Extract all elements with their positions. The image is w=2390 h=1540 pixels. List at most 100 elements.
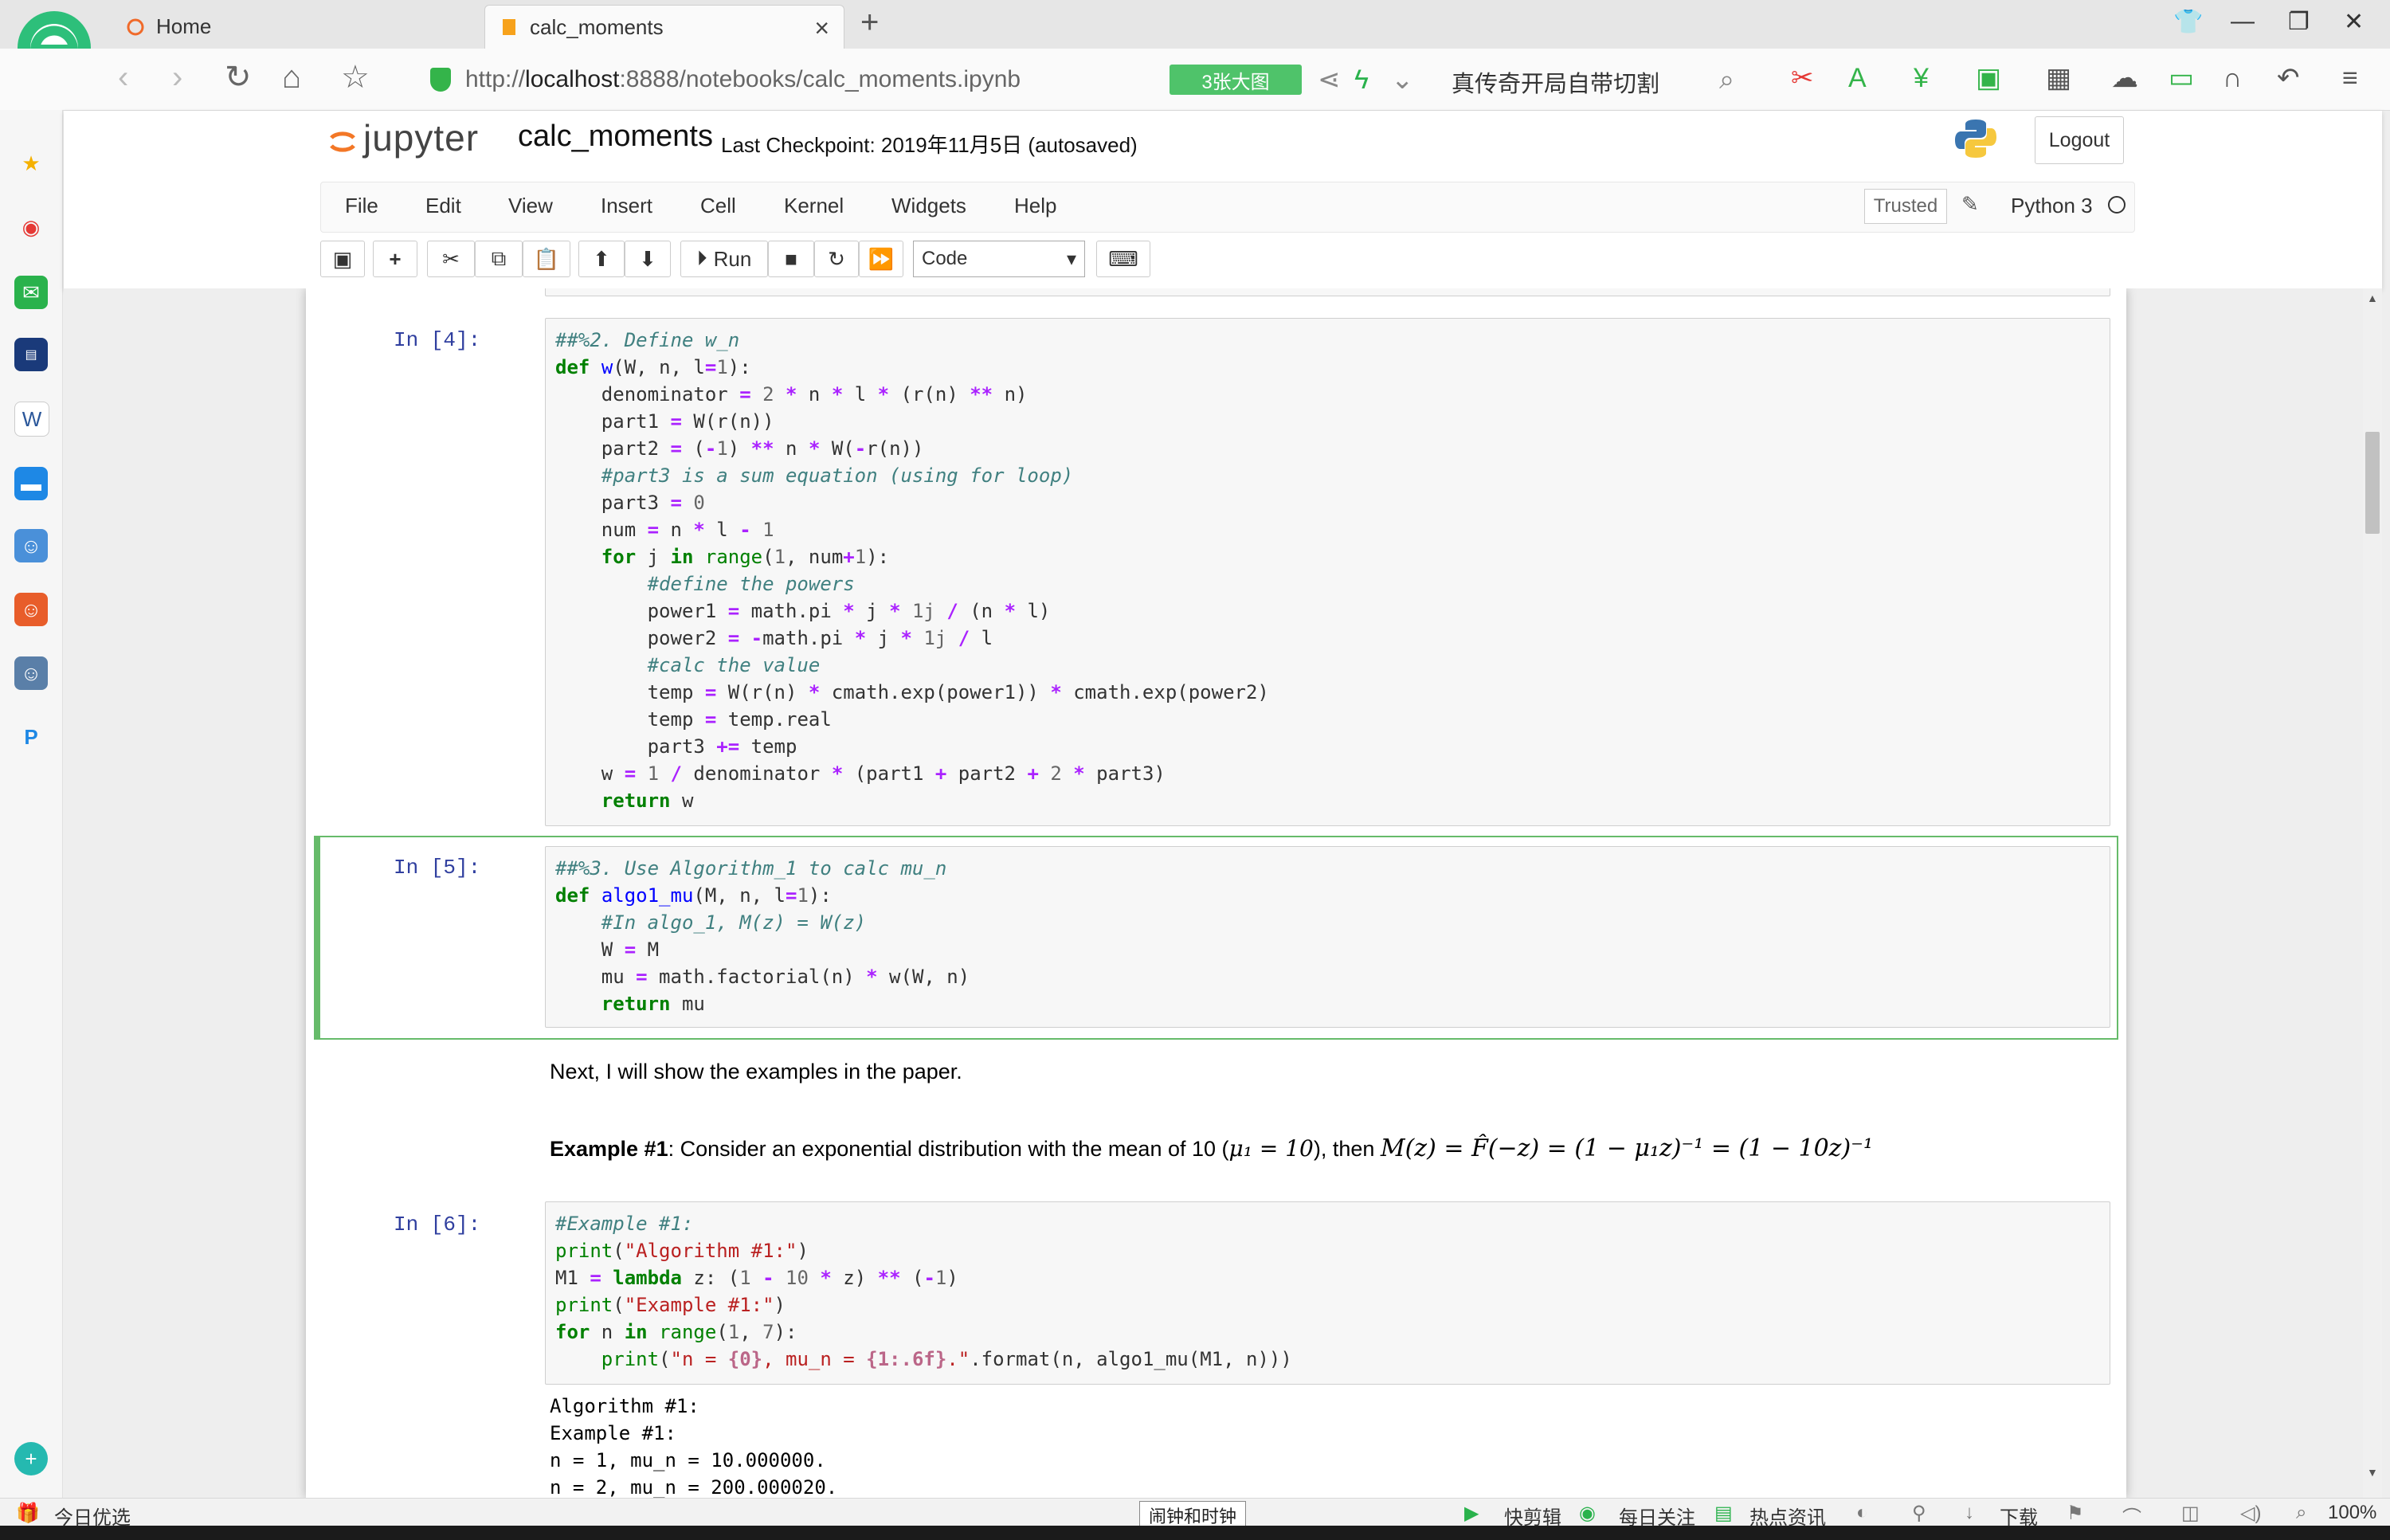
code-line: temp = W(r(n) * cmath.exp(power1)) * cma…	[555, 681, 1269, 703]
interrupt-button[interactable]: ■	[768, 241, 814, 277]
logout-button[interactable]: Logout	[2035, 116, 2124, 164]
trusted-indicator[interactable]: Trusted	[1864, 189, 1947, 224]
scissors-icon[interactable]: ✂	[1791, 63, 1814, 93]
paste-button[interactable]: 📋	[523, 241, 570, 277]
close-window-icon[interactable]: ✕	[2344, 8, 2364, 36]
close-tab-icon[interactable]: ×	[814, 14, 829, 43]
game-avatar-icon-1[interactable]: ☺	[14, 529, 48, 562]
chevron-down-icon[interactable]: ⌄	[1391, 65, 1414, 95]
code-line: W = M	[555, 938, 660, 961]
copy-button[interactable]: ⧉	[475, 241, 523, 277]
menu-edit[interactable]: Edit	[425, 194, 461, 218]
weibo-icon[interactable]: ◉	[14, 210, 48, 244]
code-line: part2 = (-1) ** n * W(-r(n))	[555, 437, 924, 460]
chat-icon[interactable]: ▬	[14, 467, 48, 500]
menu-icon[interactable]: ≡	[2342, 63, 2358, 93]
menu-insert[interactable]: Insert	[601, 194, 652, 218]
command-palette-button[interactable]: ⌨	[1096, 241, 1150, 277]
share-icon[interactable]: ⋖	[1318, 65, 1341, 95]
code-line: #Example #1:	[555, 1213, 694, 1235]
move-up-button[interactable]: ⬆	[578, 241, 625, 277]
reload-icon[interactable]: ↻	[225, 61, 252, 93]
cloud-icon[interactable]: ☁	[2111, 63, 2138, 93]
code-line: return mu	[601, 993, 705, 1015]
cell-type-select[interactable]: Code ▾	[913, 241, 1085, 277]
game-avatar-icon-3[interactable]: ☺	[14, 656, 48, 690]
cut-button[interactable]: ✂	[427, 241, 475, 277]
menu-kernel[interactable]: Kernel	[784, 194, 844, 218]
code-line: #define the powers	[647, 573, 855, 595]
menu-widgets[interactable]: Widgets	[891, 194, 966, 218]
flag-icon[interactable]: ⚑	[2067, 1502, 2084, 1525]
undo-icon[interactable]: ↶	[2277, 63, 2300, 93]
python-logo-icon	[1953, 116, 1998, 161]
pin-icon[interactable]: ⚲	[1912, 1502, 1926, 1525]
code-line: ##%3. Use Algorithm_1 to calc mu_n	[555, 857, 947, 880]
window-icon[interactable]: ◫	[2181, 1502, 2200, 1525]
menu-file[interactable]: File	[345, 194, 378, 218]
back-icon[interactable]: ‹	[118, 61, 128, 93]
menu-help[interactable]: Help	[1014, 194, 1056, 218]
yen-shield-icon[interactable]: ¥	[1914, 63, 1929, 93]
apps-icon[interactable]: ▦	[2046, 63, 2071, 93]
search-query[interactable]: 真传奇开局自带切割	[1452, 65, 1659, 99]
volume-icon[interactable]: ◁)	[2240, 1502, 2261, 1525]
add-app-icon[interactable]: +	[14, 1442, 48, 1475]
tab-calc-moments[interactable]: calc_moments ×	[484, 5, 844, 49]
minimize-icon[interactable]: —	[2231, 8, 2255, 35]
code-line: #In algo_1, M(z) = W(z)	[601, 911, 867, 934]
url-prefix: http://	[465, 66, 526, 92]
home-icon[interactable]: ⌂	[282, 61, 301, 93]
gift-icon[interactable]: 🎁	[16, 1502, 40, 1525]
menu-view[interactable]: View	[508, 194, 553, 218]
code-cell-input[interactable]: ##%2. Define w_n def w(W, n, l=1): denomi…	[545, 318, 2110, 826]
tab-home[interactable]: Home	[112, 5, 478, 49]
image-badge-label: 3张大图	[1201, 71, 1270, 93]
cell-prompt: In [5]:	[394, 856, 481, 880]
speed-icon[interactable]: ◐	[1856, 1502, 1868, 1524]
save-button[interactable]: ▣	[320, 241, 365, 277]
code-cell-input[interactable]: ##%3. Use Algorithm_1 to calc mu_n def al…	[545, 846, 2110, 1028]
skin-icon[interactable]: 👕	[2173, 8, 2203, 36]
dropdown-arrow-icon: ▾	[1066, 248, 1076, 270]
notebook-name[interactable]: calc_moments	[518, 120, 713, 154]
lightning-icon[interactable]: ϟ	[1354, 65, 1369, 95]
forward-icon[interactable]: ›	[172, 61, 182, 93]
browser-sidebar	[0, 110, 63, 1498]
search-icon[interactable]: ⌕	[1719, 65, 1734, 95]
mail-icon[interactable]: ✉	[14, 276, 48, 309]
zoom-level[interactable]: 100%	[2328, 1502, 2376, 1524]
restart-icon: ↻	[828, 246, 845, 271]
menu-cell[interactable]: Cell	[700, 194, 736, 218]
trusted-label: Trusted	[1873, 195, 1938, 217]
game-icon[interactable]: ▣	[1976, 63, 2001, 93]
move-down-button[interactable]: ⬇	[625, 241, 671, 277]
new-tab-icon[interactable]: +	[860, 5, 879, 41]
scrollbar-thumb[interactable]	[2365, 432, 2380, 534]
previous-cell-input[interactable]	[545, 288, 2110, 296]
restore-icon[interactable]: ❐	[2288, 8, 2310, 36]
word-icon[interactable]: W	[14, 402, 49, 437]
jupyter-logo[interactable]: jupyter	[327, 116, 479, 159]
battery-icon[interactable]: ▭	[2169, 63, 2194, 93]
zoom-icon[interactable]: ⌕	[2296, 1502, 2306, 1524]
example-heading: Example #1	[550, 1137, 668, 1161]
jupyter-logo-text: jupyter	[363, 117, 480, 159]
scroll-up-icon[interactable]: ▲	[2367, 292, 2378, 304]
restart-button[interactable]: ↻	[814, 241, 859, 277]
favorites-star-icon[interactable]: ★	[14, 147, 48, 180]
code-cell-input[interactable]: #Example #1: print("Algorithm #1:") M1 = l…	[545, 1201, 2110, 1385]
run-all-button[interactable]: ⏩	[859, 241, 903, 277]
edit-pencil-icon[interactable]: ✎	[1961, 192, 1979, 217]
bookmark-star-icon[interactable]: ☆	[341, 61, 370, 93]
p-app-icon[interactable]: P	[14, 720, 48, 754]
run-button[interactable]: ⏵ Run	[680, 241, 768, 277]
code-line: w = 1 / denominator * (part1 + part2 + 2…	[555, 762, 1166, 785]
scroll-down-icon[interactable]: ▼	[2367, 1466, 2378, 1479]
insert-cell-button[interactable]: +	[373, 241, 417, 277]
game-avatar-icon-2[interactable]: ☺	[14, 593, 48, 626]
image-count-badge[interactable]: 3张大图	[1170, 65, 1302, 95]
headphones-icon[interactable]: ∩	[2223, 63, 2242, 93]
translate-icon[interactable]: A	[1848, 63, 1867, 93]
game-app-icon[interactable]: ▤	[14, 338, 48, 371]
